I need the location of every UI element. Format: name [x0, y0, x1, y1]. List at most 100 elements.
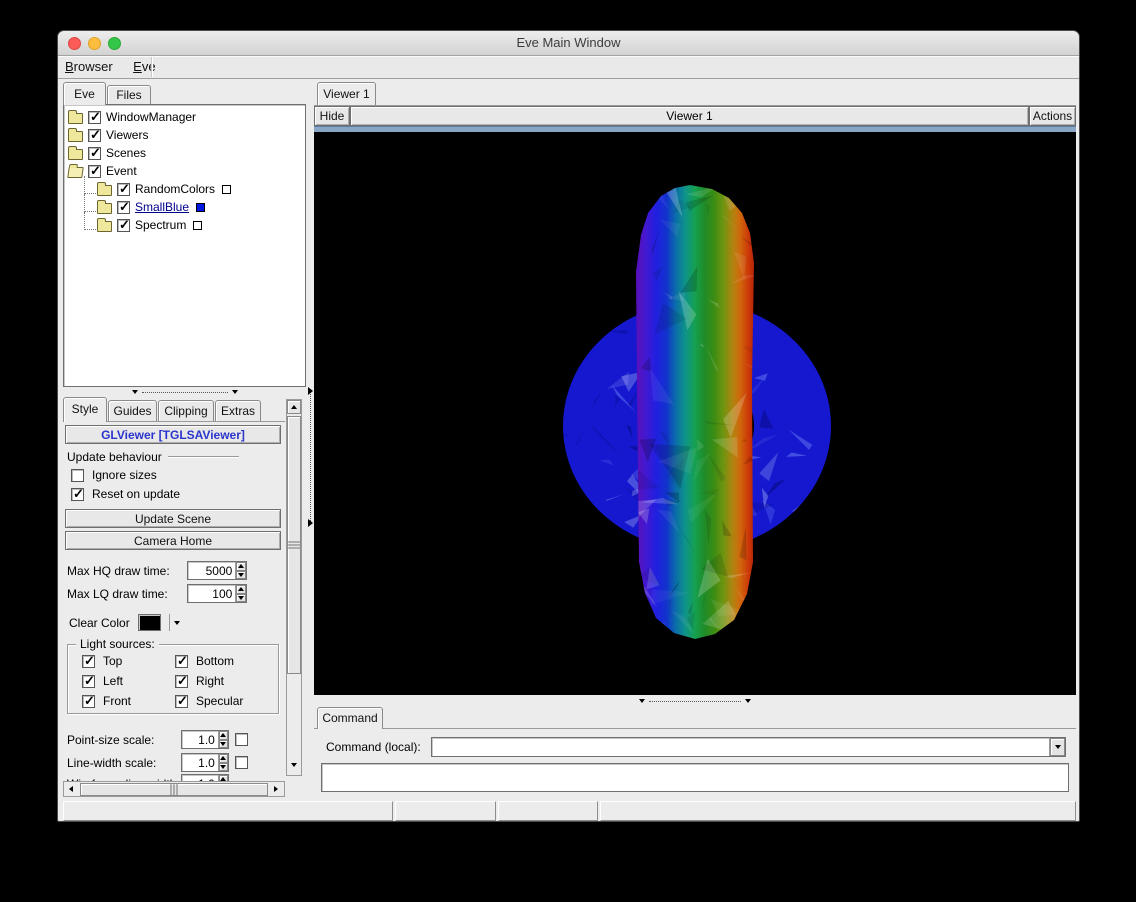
zoom-window-button[interactable]	[108, 37, 121, 50]
checkbox[interactable]	[82, 655, 95, 668]
viewer-command-splitter[interactable]	[314, 696, 1076, 706]
point-size-input[interactable]	[181, 730, 229, 749]
checkbox[interactable]	[235, 756, 248, 769]
spin-down-button[interactable]	[236, 571, 246, 580]
tree-item-viewers[interactable]: Viewers	[64, 126, 305, 144]
glviewer-button[interactable]: GLViewer [TGLSAViewer]	[65, 425, 281, 444]
line-width-label: Line-width scale:	[67, 756, 175, 770]
spin-up-button[interactable]	[219, 731, 228, 740]
checkbox[interactable]	[82, 675, 95, 688]
tree-item-event[interactable]: Event	[64, 162, 305, 180]
color-marker[interactable]	[193, 221, 202, 230]
actions-button[interactable]: Actions	[1029, 106, 1076, 126]
spinner	[235, 562, 246, 579]
menu-browser[interactable]: Browser	[58, 56, 122, 78]
tree-editor-splitter[interactable]	[63, 387, 306, 397]
clear-color-dropdown[interactable]	[169, 614, 180, 631]
scrollbar-left-button[interactable]	[64, 782, 78, 796]
tab-guides[interactable]: Guides	[108, 400, 157, 422]
checkbox[interactable]	[71, 469, 84, 482]
tab-extras[interactable]: Extras	[215, 400, 261, 422]
spin-up-button[interactable]	[236, 562, 246, 571]
checkbox[interactable]	[117, 201, 130, 214]
panel-splitter[interactable]	[307, 79, 314, 797]
light-left-option[interactable]: Left	[82, 674, 131, 688]
hide-button[interactable]: Hide	[314, 106, 350, 126]
spinner	[218, 754, 228, 771]
scrollbar-thumb[interactable]	[80, 783, 268, 796]
spin-up-button[interactable]	[236, 585, 246, 594]
minimize-window-button[interactable]	[88, 37, 101, 50]
tree-item-spectrum[interactable]: Spectrum	[80, 216, 305, 234]
tab-clipping[interactable]: Clipping	[158, 400, 214, 422]
spin-down-button[interactable]	[219, 763, 228, 772]
checkbox[interactable]	[235, 733, 248, 746]
tree-item-smallblue[interactable]: SmallBlue	[80, 198, 305, 216]
spin-down-button[interactable]	[219, 740, 228, 749]
command-input[interactable]	[432, 738, 1050, 756]
close-window-button[interactable]	[68, 37, 81, 50]
point-size-value[interactable]	[182, 731, 218, 748]
tree-item-scenes[interactable]: Scenes	[64, 144, 305, 162]
light-sources-label: Light sources:	[76, 637, 159, 651]
checkbox[interactable]	[82, 695, 95, 708]
spin-up-button[interactable]	[219, 754, 228, 763]
command-output[interactable]	[321, 763, 1069, 792]
eve-tree-view[interactable]: WindowManager Viewers Scenes Event	[63, 104, 306, 387]
tab-command[interactable]: Command	[317, 707, 383, 729]
tab-files[interactable]: Files	[107, 85, 151, 105]
combo-dropdown[interactable]	[1049, 738, 1065, 756]
line-width-input[interactable]	[181, 753, 229, 772]
line-width-value[interactable]	[182, 754, 218, 771]
checkbox[interactable]	[88, 129, 101, 142]
reset-on-update-option[interactable]: Reset on update	[71, 487, 180, 501]
splitter-arrow-icon	[639, 699, 645, 703]
checkbox[interactable]	[88, 165, 101, 178]
color-marker[interactable]	[222, 185, 231, 194]
command-combobox[interactable]	[431, 737, 1066, 757]
light-bottom-option[interactable]: Bottom	[175, 654, 243, 668]
gl-viewport[interactable]	[314, 132, 1076, 695]
tab-style[interactable]: Style	[63, 397, 107, 422]
tree-item-windowmanager[interactable]: WindowManager	[64, 108, 305, 126]
checkbox[interactable]	[175, 655, 188, 668]
checkbox[interactable]	[175, 695, 188, 708]
max-lq-input[interactable]	[187, 584, 247, 603]
checkbox[interactable]	[88, 147, 101, 160]
editor-vertical-scrollbar[interactable]	[286, 399, 302, 776]
checkbox[interactable]	[117, 183, 130, 196]
max-lq-value[interactable]	[188, 585, 235, 602]
checkbox[interactable]	[117, 219, 130, 232]
clear-color-swatch[interactable]	[138, 614, 161, 631]
light-front-option[interactable]: Front	[82, 694, 131, 708]
menu-eve[interactable]: Eve	[126, 56, 164, 78]
light-top-option[interactable]: Top	[82, 654, 131, 668]
splitter-arrow-icon	[308, 387, 313, 395]
3d-scene	[314, 132, 1076, 695]
light-specular-option[interactable]: Specular	[175, 694, 243, 708]
scrollbar-down-button[interactable]	[287, 758, 301, 772]
tree-item-randomcolors[interactable]: RandomColors	[80, 180, 305, 198]
max-lq-label: Max LQ draw time:	[67, 587, 181, 601]
checkbox[interactable]	[175, 675, 188, 688]
max-hq-input[interactable]	[187, 561, 247, 580]
tab-eve[interactable]: Eve	[63, 82, 106, 105]
light-right-option[interactable]: Right	[175, 674, 243, 688]
checkbox[interactable]	[71, 488, 84, 501]
spin-down-button[interactable]	[236, 594, 246, 603]
spinner	[235, 585, 246, 602]
title-bar[interactable]: Eve Main Window	[58, 31, 1079, 56]
viewer-title-bar[interactable]: Viewer 1	[350, 106, 1029, 126]
update-scene-button[interactable]: Update Scene	[65, 509, 281, 528]
checkbox[interactable]	[88, 111, 101, 124]
color-marker[interactable]	[196, 203, 205, 212]
editor-horizontal-scrollbar[interactable]	[63, 781, 285, 797]
scrollbar-thumb[interactable]	[287, 416, 301, 674]
camera-home-button[interactable]: Camera Home	[65, 531, 281, 550]
splitter-arrow-icon	[232, 390, 238, 394]
scrollbar-right-button[interactable]	[269, 782, 283, 796]
tab-viewer-1[interactable]: Viewer 1	[317, 82, 376, 105]
max-hq-value[interactable]	[188, 562, 235, 579]
scrollbar-up-button[interactable]	[287, 400, 301, 414]
ignore-sizes-option[interactable]: Ignore sizes	[71, 468, 157, 482]
